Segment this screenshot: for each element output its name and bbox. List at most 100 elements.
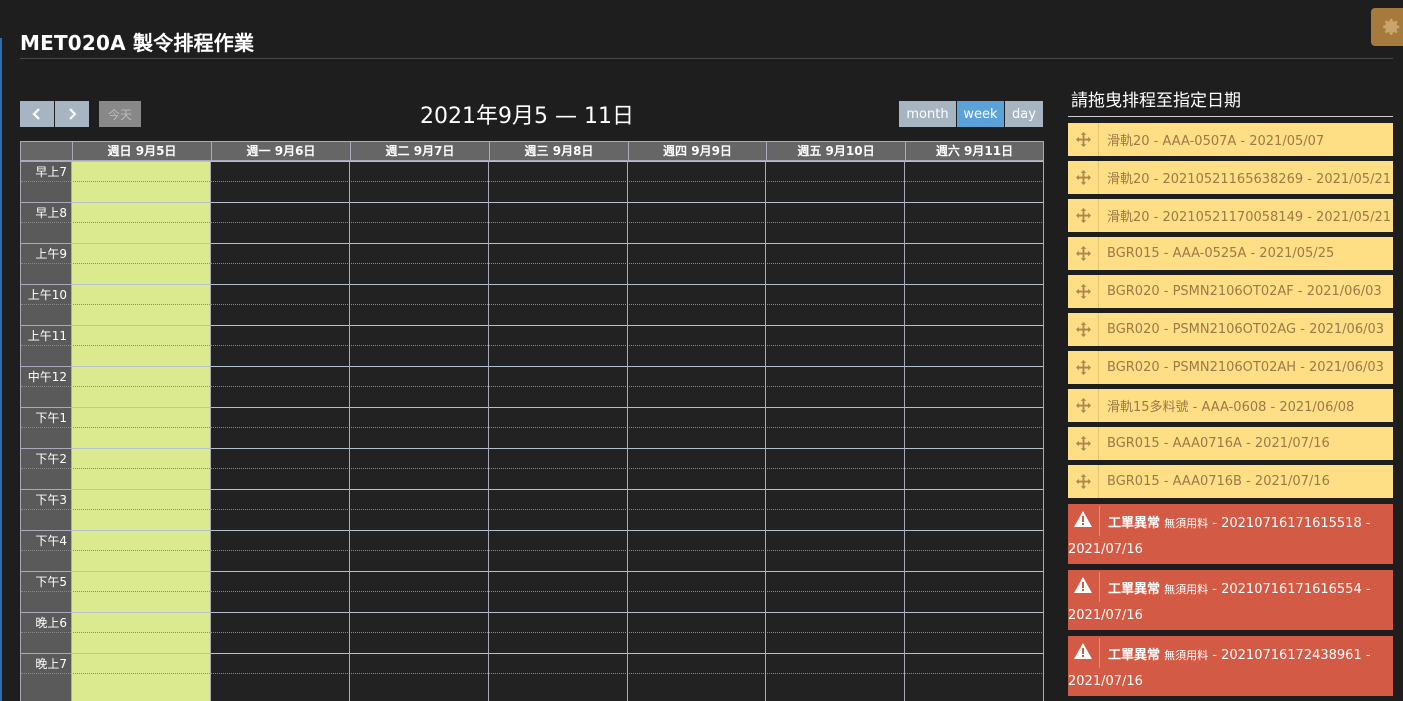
day-column-line	[210, 161, 211, 701]
error-item-date: 2021/07/16	[1068, 608, 1143, 623]
chevron-left-icon	[32, 108, 40, 120]
hour-line	[71, 284, 1044, 285]
page-title: MET020A 製令排程作業	[20, 31, 255, 55]
order-item-label: 滑軌20 - 20210521165638269 - 2021/05/21	[1107, 172, 1391, 187]
hour-line	[71, 202, 1044, 203]
panel-title: 請拖曳排程至指定日期	[1071, 91, 1241, 111]
error-type: 工單異常	[1108, 516, 1161, 531]
move-icon	[1075, 284, 1091, 299]
draggable-order-item[interactable]: 滑軌20 - AAA-0507A - 2021/05/07	[1068, 123, 1393, 156]
order-item-label: BGR020 - PSMN2106OT02AF - 2021/06/03	[1107, 284, 1382, 299]
day-column-line	[71, 161, 72, 701]
draggable-order-item[interactable]: BGR020 - PSMN2106OT02AH - 2021/06/03	[1068, 351, 1393, 384]
day-header[interactable]: 週五 9月10日	[766, 142, 905, 161]
draggable-order-item[interactable]: 滑軌15多料號 - AAA-0608 - 2021/06/08	[1068, 389, 1393, 422]
drag-handle[interactable]	[1068, 427, 1099, 460]
half-hour-line	[21, 263, 71, 264]
hour-line	[71, 366, 1044, 367]
settings-button[interactable]	[1371, 8, 1403, 46]
draggable-order-item[interactable]: BGR020 - PSMN2106OT02AG - 2021/06/03	[1068, 313, 1393, 346]
week-calendar: 週日 9月5日 週一 9月6日 週二 9月7日 週三 9月8日 週四 9月9日 …	[20, 141, 1044, 701]
time-grid[interactable]	[71, 161, 1044, 701]
half-hour-line	[71, 673, 1044, 674]
calendar-range-title: 2021年9月5 — 11日	[420, 104, 634, 129]
half-hour-line	[21, 304, 71, 305]
day-header[interactable]: 週三 9月8日	[489, 142, 628, 161]
half-hour-line	[21, 386, 71, 387]
error-order-number: - 20210716171615518 -	[1208, 516, 1371, 531]
error-order-item[interactable]: 工單異常 無須用料 - 20210716171616554 - 2021/07/1…	[1068, 570, 1393, 630]
half-hour-line	[21, 222, 71, 223]
day-column-line	[488, 161, 489, 701]
order-item-label: BGR015 - AAA0716A - 2021/07/16	[1107, 436, 1330, 451]
half-hour-line	[71, 632, 1044, 633]
order-item-label: 滑軌20 - AAA-0507A - 2021/05/07	[1107, 134, 1325, 149]
half-hour-line	[21, 673, 71, 674]
today-button[interactable]: 今天	[99, 101, 141, 127]
error-order-number: - 20210716171616554 -	[1208, 582, 1371, 597]
day-header[interactable]: 週一 9月6日	[211, 142, 350, 161]
prev-week-button[interactable]	[20, 101, 54, 127]
order-item-label: BGR020 - PSMN2106OT02AH - 2021/06/03	[1107, 360, 1384, 375]
half-hour-line	[21, 550, 71, 551]
error-order-item[interactable]: 工單異常 無須用料 - 20210716172438961 - 2021/07/1…	[1068, 636, 1393, 696]
day-column-line	[765, 161, 766, 701]
day-header[interactable]: 週二 9月7日	[350, 142, 489, 161]
draggable-order-item[interactable]: BGR020 - PSMN2106OT02AF - 2021/06/03	[1068, 275, 1393, 308]
hour-line	[71, 530, 1044, 531]
drag-handle[interactable]	[1068, 275, 1099, 308]
half-hour-line	[21, 345, 71, 346]
error-order-number: - 20210716172438961 -	[1208, 648, 1371, 663]
order-item-label: BGR020 - PSMN2106OT02AG - 2021/06/03	[1107, 322, 1385, 337]
half-hour-line	[71, 468, 1044, 469]
drag-handle[interactable]	[1068, 351, 1099, 384]
hour-line	[71, 161, 1044, 162]
half-hour-line	[71, 550, 1044, 551]
draggable-order-item[interactable]: 滑軌20 - 20210521165638269 - 2021/05/21	[1068, 161, 1393, 194]
view-day-button[interactable]: day	[1005, 101, 1043, 127]
day-header[interactable]: 週四 9月9日	[628, 142, 766, 161]
item-separator	[1099, 506, 1100, 536]
view-week-button[interactable]: week	[957, 101, 1004, 127]
draggable-order-item[interactable]: 滑軌20 - 20210521170058149 - 2021/05/21	[1068, 199, 1393, 232]
drag-handle[interactable]	[1068, 465, 1099, 498]
day-column-line	[627, 161, 628, 701]
move-icon	[1075, 246, 1091, 261]
move-icon	[1075, 360, 1091, 375]
day-header[interactable]: 週日 9月5日	[72, 142, 211, 161]
error-item-date: 2021/07/16	[1068, 674, 1143, 689]
drag-handle[interactable]	[1068, 313, 1099, 346]
calendar-header: 週日 9月5日 週一 9月6日 週二 9月7日 週三 9月8日 週四 9月9日 …	[20, 141, 1044, 161]
drag-handle[interactable]	[1068, 161, 1099, 194]
half-hour-line	[21, 591, 71, 592]
error-item-line1: 工單異常 無須用料 - 20210716172438961 -	[1108, 644, 1371, 663]
move-icon	[1075, 436, 1091, 451]
drag-handle[interactable]	[1068, 389, 1099, 422]
draggable-order-item[interactable]: BGR015 - AAA0716A - 2021/07/16	[1068, 427, 1393, 460]
draggable-order-item[interactable]: BGR015 - AAA-0525A - 2021/05/25	[1068, 237, 1393, 270]
half-hour-line	[71, 427, 1044, 428]
hour-line	[71, 325, 1044, 326]
error-type: 工單異常	[1108, 582, 1161, 597]
day-column-line	[904, 161, 905, 701]
calendar-right-border	[1043, 141, 1044, 701]
drag-handle[interactable]	[1068, 237, 1099, 270]
drag-handle[interactable]	[1068, 123, 1099, 156]
error-reason: 無須用料	[1164, 517, 1209, 530]
error-order-item[interactable]: 工單異常 無須用料 - 20210716171615518 - 2021/07/1…	[1068, 504, 1393, 564]
title-divider	[20, 58, 1393, 59]
hour-line	[71, 243, 1044, 244]
drag-handle[interactable]	[1068, 199, 1099, 232]
hour-line	[71, 612, 1044, 613]
today-column[interactable]	[71, 161, 210, 701]
draggable-order-item[interactable]: BGR015 - AAA0716B - 2021/07/16	[1068, 465, 1393, 498]
item-separator	[1099, 638, 1100, 668]
item-separator	[1099, 572, 1100, 602]
left-edge-accent	[0, 38, 2, 701]
half-hour-line	[21, 181, 71, 182]
view-month-button[interactable]: month	[899, 101, 956, 127]
order-item-label: 滑軌20 - 20210521170058149 - 2021/05/21	[1107, 210, 1391, 225]
next-week-button[interactable]	[55, 101, 89, 127]
day-header[interactable]: 週六 9月11日	[905, 142, 1043, 161]
move-icon	[1075, 398, 1091, 413]
